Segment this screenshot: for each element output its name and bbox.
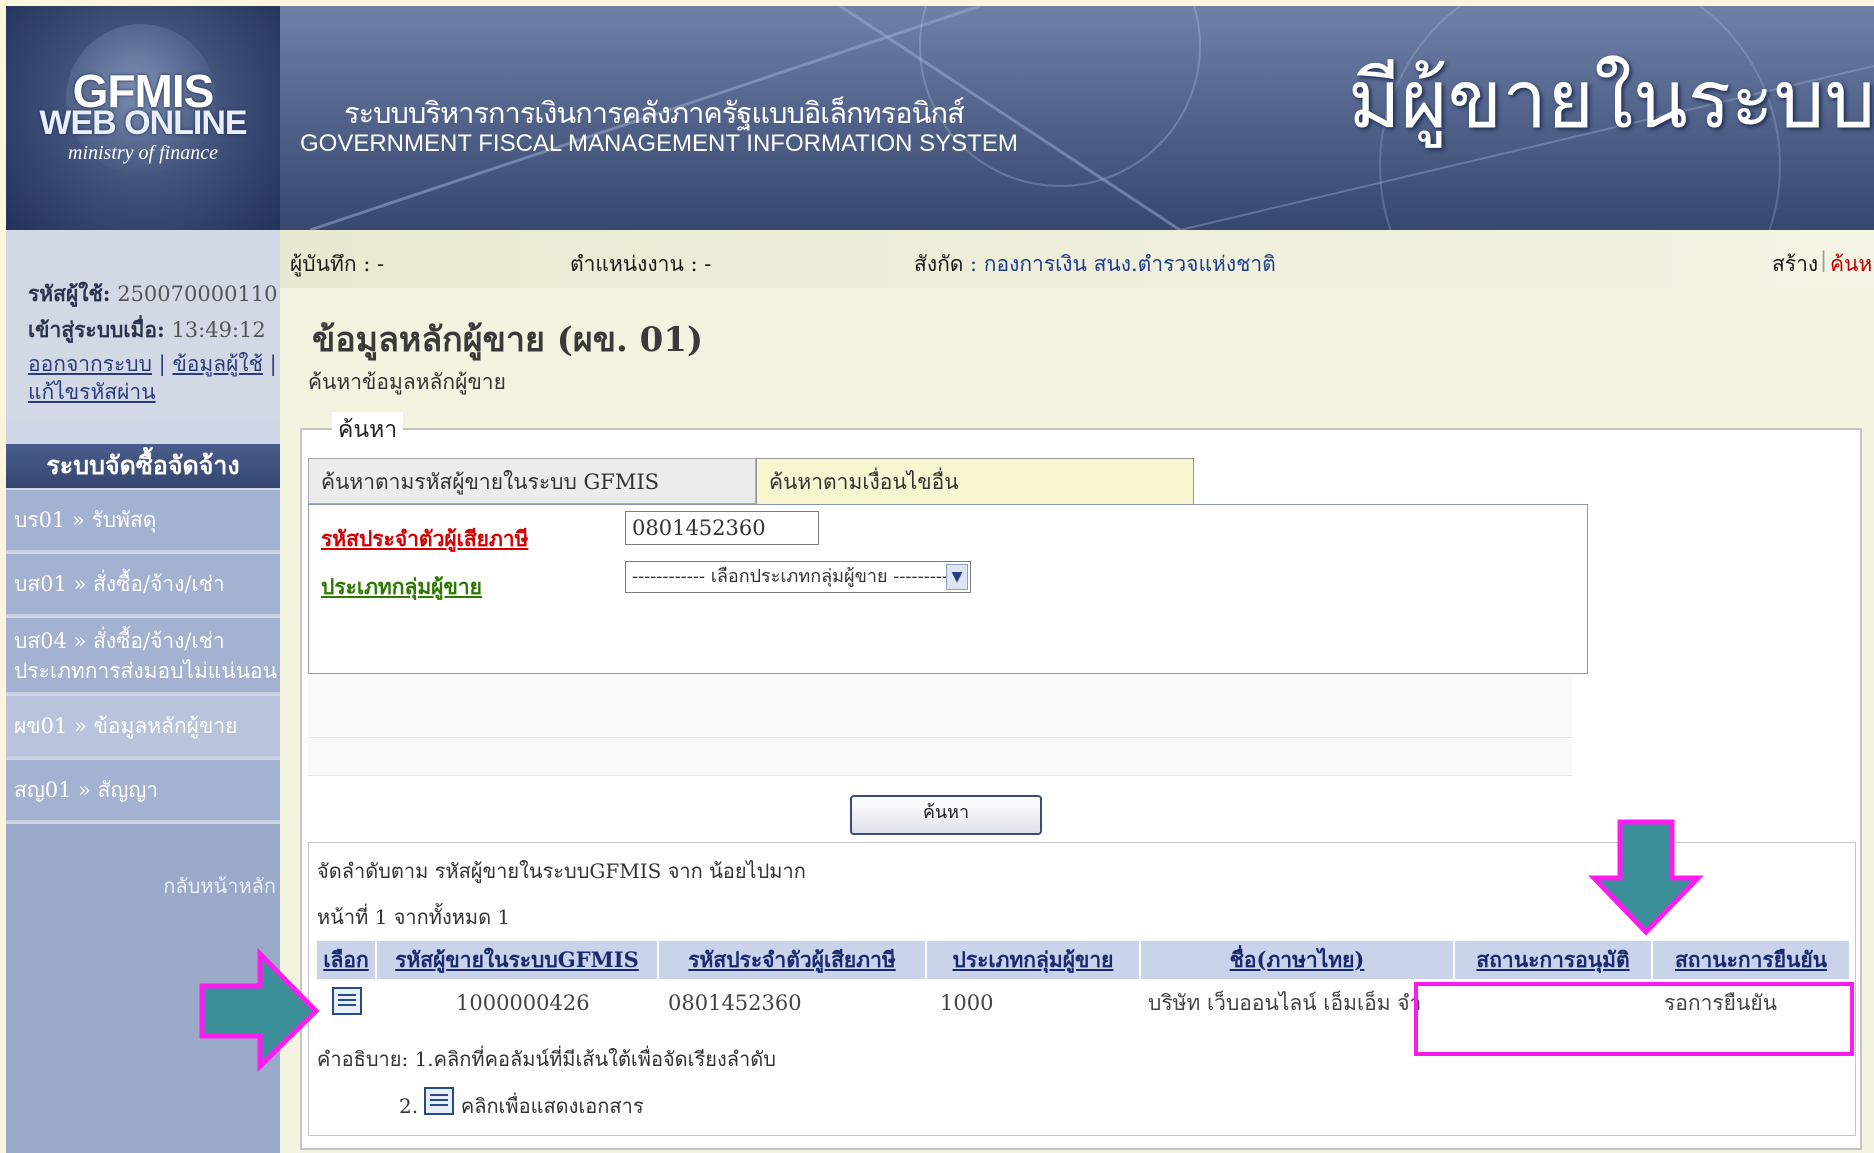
teal-arrow-right-icon xyxy=(199,947,320,1072)
teal-arrow-down-icon xyxy=(1588,819,1704,936)
annotation-layer xyxy=(199,819,1704,1072)
highlight-status-box xyxy=(1414,982,1854,1056)
app-window: GFMIS WEB ONLINE ministry of finance ระบ… xyxy=(6,6,1874,1153)
